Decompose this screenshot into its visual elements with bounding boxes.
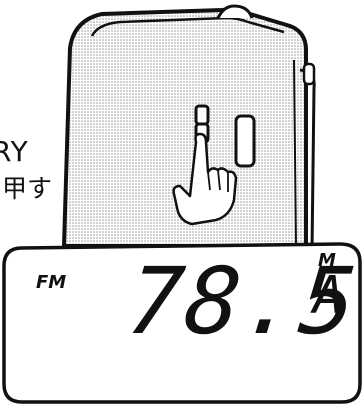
press-caption: 甲す	[2, 174, 53, 203]
memory-caption: RY	[0, 135, 29, 168]
memory-button-upper[interactable]	[194, 104, 210, 126]
lcd-preset-readout: A	[313, 266, 345, 326]
lcd-band-label: FM	[36, 272, 67, 293]
slide-switch[interactable]	[234, 114, 256, 168]
